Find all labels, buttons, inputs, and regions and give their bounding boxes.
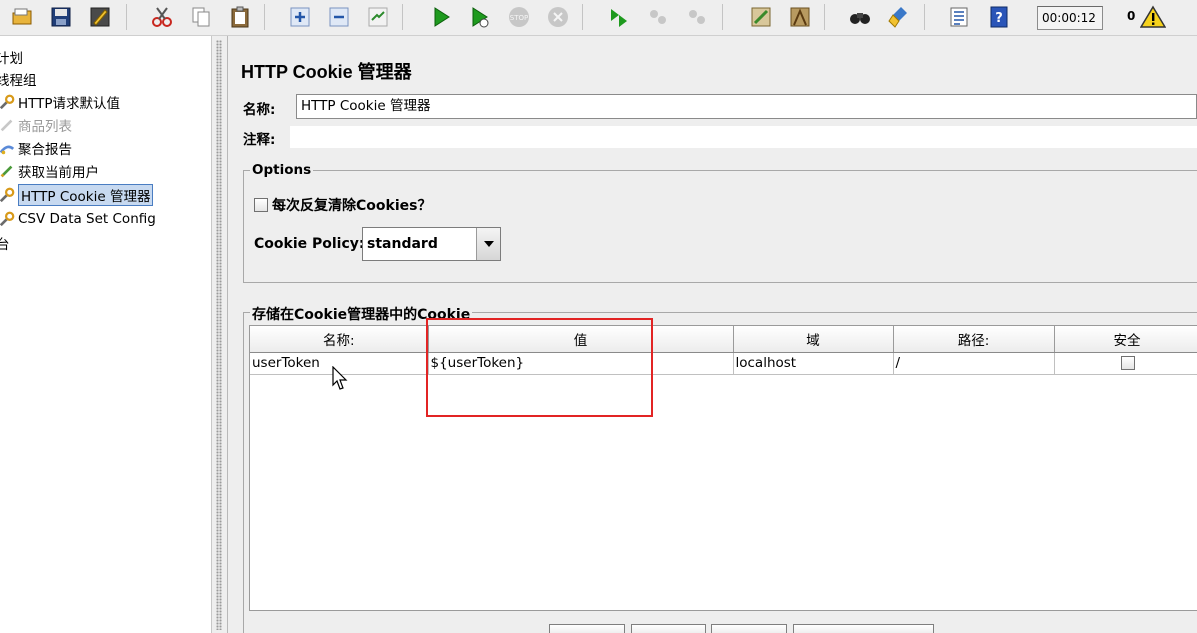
toggle-icon[interactable] (364, 3, 392, 31)
comment-field[interactable] (290, 126, 1197, 148)
remote-stop-icon[interactable] (644, 3, 672, 31)
cookie-value-cell[interactable]: ${userToken} (428, 352, 734, 375)
tree-item-workbench[interactable]: 台 (0, 232, 10, 254)
warning-icon[interactable] (1140, 5, 1166, 29)
start-no-pauses-icon[interactable] (466, 3, 494, 31)
toolbar: STOP ? 00:00:12 0 (0, 0, 1197, 36)
column-header-path[interactable]: 路径: (893, 326, 1055, 353)
help-icon[interactable]: ? (985, 3, 1013, 31)
column-header-value[interactable]: 值 (428, 326, 734, 353)
split-pane-divider[interactable] (211, 36, 228, 633)
table-header-row: 名称: 值 域 路径: 安全 (250, 326, 1197, 353)
listener-chart-icon (0, 139, 16, 157)
delete-button[interactable] (631, 624, 706, 633)
tree-item-aggregate-report[interactable]: 聚合报告 (0, 137, 72, 159)
reset-search-icon[interactable] (885, 3, 913, 31)
svg-text:STOP: STOP (510, 14, 528, 22)
column-header-name[interactable]: 名称: (250, 326, 429, 353)
save-as-icon[interactable] (86, 3, 114, 31)
chevron-down-icon[interactable] (476, 228, 500, 260)
collapse-icon[interactable] (325, 3, 353, 31)
page-title: HTTP Cookie 管理器 (241, 62, 412, 82)
svg-text:?: ? (995, 11, 1003, 26)
name-field[interactable]: HTTP Cookie 管理器 (296, 94, 1197, 119)
test-plan-tree[interactable]: 计划 线程组 HTTP请求默认值 商品列表 聚合报告 获取当前用户 HTTP C… (0, 36, 211, 633)
options-legend: Options (250, 162, 314, 178)
start-icon[interactable] (427, 3, 455, 31)
tree-item-thread-group[interactable]: 线程组 (0, 68, 37, 90)
config-wrench-icon (0, 186, 16, 204)
name-label: 名称: (243, 102, 276, 118)
open-icon[interactable] (8, 3, 36, 31)
search-icon[interactable] (846, 3, 874, 31)
cut-icon[interactable] (148, 3, 176, 31)
cookie-domain-cell[interactable]: localhost (733, 352, 894, 375)
checkbox-box[interactable] (254, 198, 268, 212)
column-header-domain[interactable]: 域 (733, 326, 894, 353)
remote-exit-icon[interactable] (683, 3, 711, 31)
remote-start-icon[interactable] (605, 3, 633, 31)
stored-cookies-legend: 存储在Cookie管理器中的Cookie (250, 304, 473, 324)
secure-checkbox[interactable] (1121, 356, 1135, 370)
tree-item-test-plan[interactable]: 计划 (0, 46, 23, 68)
cookie-policy-value: standard (367, 236, 438, 252)
sampler-pen-icon (0, 162, 16, 180)
cookie-secure-cell[interactable] (1054, 352, 1197, 375)
tree-item-get-current-user[interactable]: 获取当前用户 (0, 160, 99, 182)
config-wrench-icon (0, 210, 16, 228)
tree-item-http-defaults[interactable]: HTTP请求默认值 (0, 91, 120, 113)
cookie-policy-label: Cookie Policy: (254, 236, 365, 252)
cookie-path-cell[interactable]: / (893, 352, 1055, 375)
tree-item-csv-data-set-config[interactable]: CSV Data Set Config (0, 208, 156, 230)
column-header-secure[interactable]: 安全 (1054, 326, 1197, 353)
clear-each-iteration-checkbox[interactable]: 每次反复清除Cookies？ (254, 195, 431, 215)
tree-item-product-list[interactable]: 商品列表 (0, 114, 72, 136)
save-cookies-button[interactable] (793, 624, 934, 633)
table-row[interactable]: userToken ${userToken} localhost / (250, 352, 1197, 375)
copy-icon[interactable] (187, 3, 215, 31)
elapsed-timer: 00:00:12 (1037, 6, 1103, 30)
load-button[interactable] (711, 624, 787, 633)
function-helper-icon[interactable] (945, 3, 973, 31)
cookies-table[interactable]: 名称: 值 域 路径: 安全 userToken ${userToken} lo… (249, 325, 1197, 611)
expand-icon[interactable] (286, 3, 314, 31)
paste-icon[interactable] (226, 3, 254, 31)
stop-icon[interactable]: STOP (505, 3, 533, 31)
clear-icon[interactable] (747, 3, 775, 31)
error-count: 0 (1127, 9, 1136, 23)
tree-item-http-cookie-manager[interactable]: HTTP Cookie 管理器 (0, 184, 154, 206)
comment-label: 注释: (243, 132, 276, 148)
clear-all-icon[interactable] (786, 3, 814, 31)
shutdown-icon[interactable] (544, 3, 572, 31)
clear-each-iteration-label: 每次反复清除Cookies？ (272, 198, 432, 214)
save-icon[interactable] (47, 3, 75, 31)
cookie-policy-select[interactable]: standard (362, 227, 501, 261)
add-button[interactable] (549, 624, 625, 633)
config-wrench-icon (0, 93, 16, 111)
mouse-cursor-icon (332, 366, 348, 390)
options-group: Options 每次反复清除Cookies？ Cookie Policy: st… (243, 162, 1197, 283)
cookie-manager-panel: HTTP Cookie 管理器 名称: HTTP Cookie 管理器 注释: … (228, 36, 1197, 633)
sampler-pen-icon (0, 116, 16, 134)
stored-cookies-group: 存储在Cookie管理器中的Cookie 名称: 值 域 路径: 安全 user… (243, 304, 1197, 633)
